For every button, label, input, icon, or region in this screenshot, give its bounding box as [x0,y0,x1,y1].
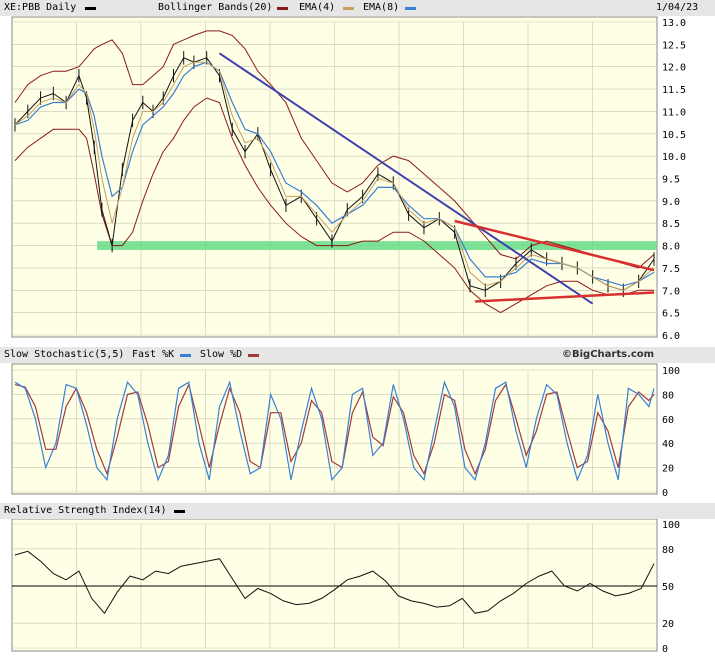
y-tick-label: 12.0 [662,63,686,74]
y-tick-label: 0 [662,644,668,655]
legend-slow-d-swatch [248,354,259,357]
y-tick-label: 6.0 [662,331,680,342]
y-tick-label: 100 [662,366,680,377]
legend-slow-d: Slow %D [200,349,243,360]
y-tick-label: 13.0 [662,18,686,29]
legend-fast-k-swatch [180,354,191,357]
legend-bollinger-swatch [277,7,288,10]
legend-ema4: EMA(4) [299,2,336,13]
legend-bollinger: Bollinger Bands(20) [158,2,273,13]
legend-ema4-swatch [343,7,354,10]
y-tick-label: 11.0 [662,107,686,118]
rsi-panel-header: Relative Strength Index(14) [0,503,715,519]
bigcharts-credit: ©BigCharts.com [562,349,655,360]
y-tick-label: 10.0 [662,152,686,163]
chart-canvas: 13.0 12.5 12.0 11.5 11.0 10.5 10.0 9.5 9.0 8.5 8.0… [11,16,686,655]
y-tick-label: 7.5 [662,264,680,275]
chart-date: 1/04/23 [656,2,699,13]
legend-rsi-swatch [174,510,185,513]
y-tick-label: 10.5 [662,130,686,141]
y-tick-label: 80 [662,390,674,401]
legend-ema8: EMA(8) [363,2,400,13]
y-tick-label: 100 [662,520,680,531]
y-tick-label: 80 [662,545,674,556]
rsi-title: Relative Strength Index(14) [4,505,167,516]
y-tick-label: 20 [662,619,674,630]
y-tick-label: 6.5 [662,309,680,320]
chart-title: XE:PBB Daily [4,2,77,13]
legend-fast-k: Fast %K [132,349,175,360]
y-tick-label: 7.0 [662,286,680,297]
legend-ema8-swatch [405,7,416,10]
stochastic-panel-header: Slow Stochastic(5,5) Fast %K Slow %D ©Bi… [0,347,715,363]
y-tick-label: 9.0 [662,197,680,208]
y-tick-label: 50 [662,582,674,593]
price-panel-header: XE:PBB Daily Bollinger Bands(20) EMA(4) … [0,0,715,16]
y-tick-label: 20 [662,464,674,475]
y-tick-label: 11.5 [662,85,686,96]
y-tick-label: 8.0 [662,242,680,253]
y-tick-label: 9.5 [662,175,680,186]
title-swatch [85,7,96,10]
y-tick-label: 8.5 [662,219,680,230]
y-tick-label: 0 [662,488,668,499]
y-tick-label: 12.5 [662,40,686,51]
y-tick-label: 40 [662,439,674,450]
y-tick-label: 60 [662,415,674,426]
stochastic-title: Slow Stochastic(5,5) [4,349,125,360]
